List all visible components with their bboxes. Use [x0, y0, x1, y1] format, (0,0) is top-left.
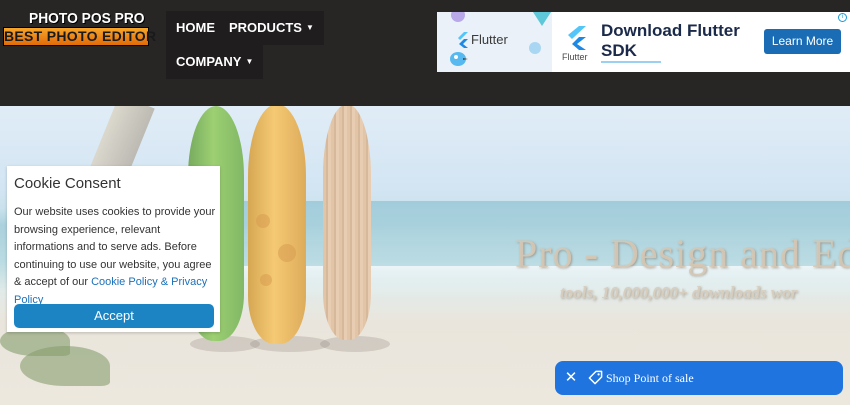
nav-products[interactable]: PRODUCTS ▼: [219, 11, 324, 45]
decor-circle: [529, 42, 541, 54]
logo-line-2: BEST PHOTO EDITOR: [3, 27, 157, 46]
decor-circle: [451, 12, 465, 22]
nav-home[interactable]: HOME: [166, 11, 225, 45]
flutter-logo-icon: [568, 26, 586, 50]
ad-content: Flutter Download Flutter SDK Learn More: [555, 12, 850, 72]
ad-illustration: Flutter: [437, 12, 552, 72]
dash-mascot-icon: [450, 52, 468, 66]
chevron-down-icon: ▼: [245, 57, 254, 66]
ad-banner[interactable]: Flutter Flutter Download Flutter SDK Lea…: [437, 12, 850, 72]
nav-company-label: COMPANY: [176, 54, 242, 69]
cookie-text: Our website uses cookies to provide your…: [14, 204, 218, 309]
shop-label: Shop Point of sale: [606, 371, 694, 385]
nav-products-label: PRODUCTS: [229, 20, 302, 35]
ad-learn-more-button[interactable]: Learn More: [764, 29, 841, 54]
ad-brand-small: Flutter: [471, 32, 508, 47]
hero-subtitle: tools, 10,000,000+ downloads wor: [560, 283, 798, 302]
tag-icon: [588, 370, 603, 385]
chevron-down-icon: ▼: [305, 23, 314, 32]
cookie-accept-button[interactable]: Accept: [14, 304, 214, 328]
shop-point-of-sale-bar[interactable]: ✕ Shop Point of sale: [555, 361, 843, 395]
cookie-consent-dialog: Cookie Consent Our website uses cookies …: [7, 166, 220, 332]
ad-title-underline: [601, 61, 661, 63]
site-logo[interactable]: PHOTO POS PRO BEST PHOTO EDITOR: [3, 10, 157, 46]
decor-triangle: [533, 12, 551, 26]
hero-title: Pro - Design and Ed: [515, 231, 850, 276]
ad-title[interactable]: Download Flutter SDK: [601, 21, 751, 61]
flutter-logo-icon: [458, 32, 468, 48]
ad-icon-label: Flutter: [562, 52, 588, 62]
cookie-title: Cookie Consent: [14, 175, 121, 192]
site-header: PHOTO POS PRO BEST PHOTO EDITOR HOME PRO…: [0, 0, 850, 106]
nav-home-label: HOME: [176, 20, 215, 35]
nav-company[interactable]: COMPANY ▼: [166, 45, 264, 79]
logo-line-1: PHOTO POS PRO: [29, 10, 145, 27]
close-icon[interactable]: ✕: [564, 369, 578, 387]
adchoices-icon[interactable]: i: [838, 13, 847, 22]
